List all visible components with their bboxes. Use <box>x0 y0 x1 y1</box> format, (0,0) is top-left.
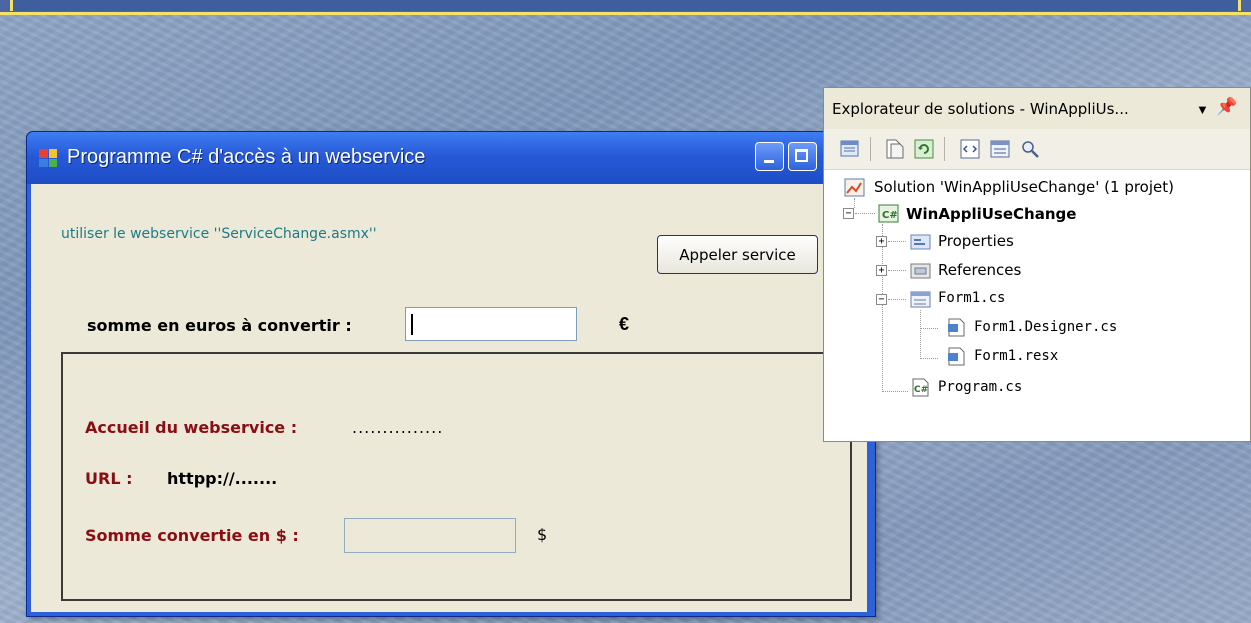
toolbar-separator <box>944 137 945 161</box>
tree-item-form1-resx[interactable]: Form1.resx <box>974 348 1058 364</box>
tree-line <box>882 391 908 392</box>
properties-folder-icon <box>910 232 931 251</box>
info-label: utiliser le webservice ''ServiceChange.a… <box>61 226 377 242</box>
dollar-symbol: $ <box>537 525 548 544</box>
tree-line <box>855 213 875 214</box>
expand-icon[interactable]: + <box>876 236 887 247</box>
dropdown-arrow-icon[interactable]: ▼ <box>1196 102 1209 117</box>
expand-icon[interactable]: + <box>876 265 887 276</box>
tree-item-properties[interactable]: Properties <box>938 232 1014 250</box>
result-group-box: Accueil du webservice : ............... … <box>61 352 852 601</box>
solution-icon <box>844 178 865 197</box>
form-file-icon <box>910 290 931 309</box>
pin-icon[interactable]: 📌 <box>1216 97 1237 117</box>
window-title: Programme C# d'accès à un webservice <box>67 146 426 168</box>
show-all-files-icon[interactable] <box>882 137 906 161</box>
slide-banner-inner <box>10 0 1241 11</box>
explorer-title: Explorateur de solutions - WinAppliUs... <box>832 100 1129 118</box>
references-folder-icon <box>910 261 931 280</box>
maximize-button[interactable] <box>788 142 817 171</box>
csharp-file-icon <box>946 318 967 337</box>
slide-banner <box>0 0 1251 15</box>
csharp-project-icon: C# <box>878 204 899 223</box>
explorer-toolbar <box>824 129 1250 170</box>
collapse-icon[interactable]: − <box>843 208 854 219</box>
form-body: utiliser le webservice ''ServiceChange.a… <box>31 184 867 612</box>
properties-icon[interactable] <box>838 137 862 161</box>
welcome-value: ............... <box>352 418 444 437</box>
explorer-header: Explorateur de solutions - WinAppliUs...… <box>824 88 1250 130</box>
tree-line <box>888 241 906 242</box>
welcome-label: Accueil du webservice : <box>85 418 298 437</box>
resx-file-icon <box>946 347 967 366</box>
converted-label: Somme convertie en $ : <box>85 526 299 545</box>
app-icon <box>39 149 57 167</box>
collapse-icon[interactable]: − <box>876 294 887 305</box>
tree-item-program[interactable]: Program.cs <box>938 379 1022 395</box>
tree-line <box>920 358 938 359</box>
view-designer-icon[interactable] <box>988 137 1012 161</box>
tree-line <box>920 310 921 359</box>
amount-label: somme en euros à convertir : <box>87 316 352 335</box>
url-label: URL : <box>85 469 133 488</box>
toolbar-separator <box>870 137 871 161</box>
tree-item-project[interactable]: WinAppliUseChange <box>906 205 1076 223</box>
converted-amount-field <box>344 518 516 553</box>
tree-line <box>888 299 906 300</box>
tree-item-references[interactable]: References <box>938 261 1021 279</box>
csharp-file-icon: C# <box>910 378 931 397</box>
class-view-icon[interactable] <box>1018 137 1042 161</box>
minimize-button[interactable] <box>755 142 784 171</box>
refresh-icon[interactable] <box>912 137 936 161</box>
tree-item-solution[interactable]: Solution 'WinAppliUseChange' (1 projet) <box>874 178 1174 196</box>
tree-item-form1-designer[interactable]: Form1.Designer.cs <box>974 319 1117 335</box>
url-value: httpp://....... <box>167 469 278 488</box>
view-code-icon[interactable] <box>958 137 982 161</box>
tree-line <box>882 224 883 392</box>
text-caret <box>411 314 413 335</box>
tree-line <box>920 328 938 329</box>
euro-amount-input[interactable] <box>405 307 577 341</box>
solution-explorer: Explorateur de solutions - WinAppliUs...… <box>823 87 1251 442</box>
tree-line <box>888 270 906 271</box>
svg-text:C#: C# <box>882 210 898 221</box>
call-service-button[interactable]: Appeler service <box>657 235 818 274</box>
tree-item-form1[interactable]: Form1.cs <box>938 290 1005 306</box>
form-window: Programme C# d'accès à un webservice uti… <box>26 131 876 617</box>
euro-symbol: € <box>619 314 630 334</box>
tree-line <box>854 198 855 208</box>
title-bar[interactable]: Programme C# d'accès à un webservice <box>27 132 875 184</box>
svg-text:C#: C# <box>914 385 928 395</box>
